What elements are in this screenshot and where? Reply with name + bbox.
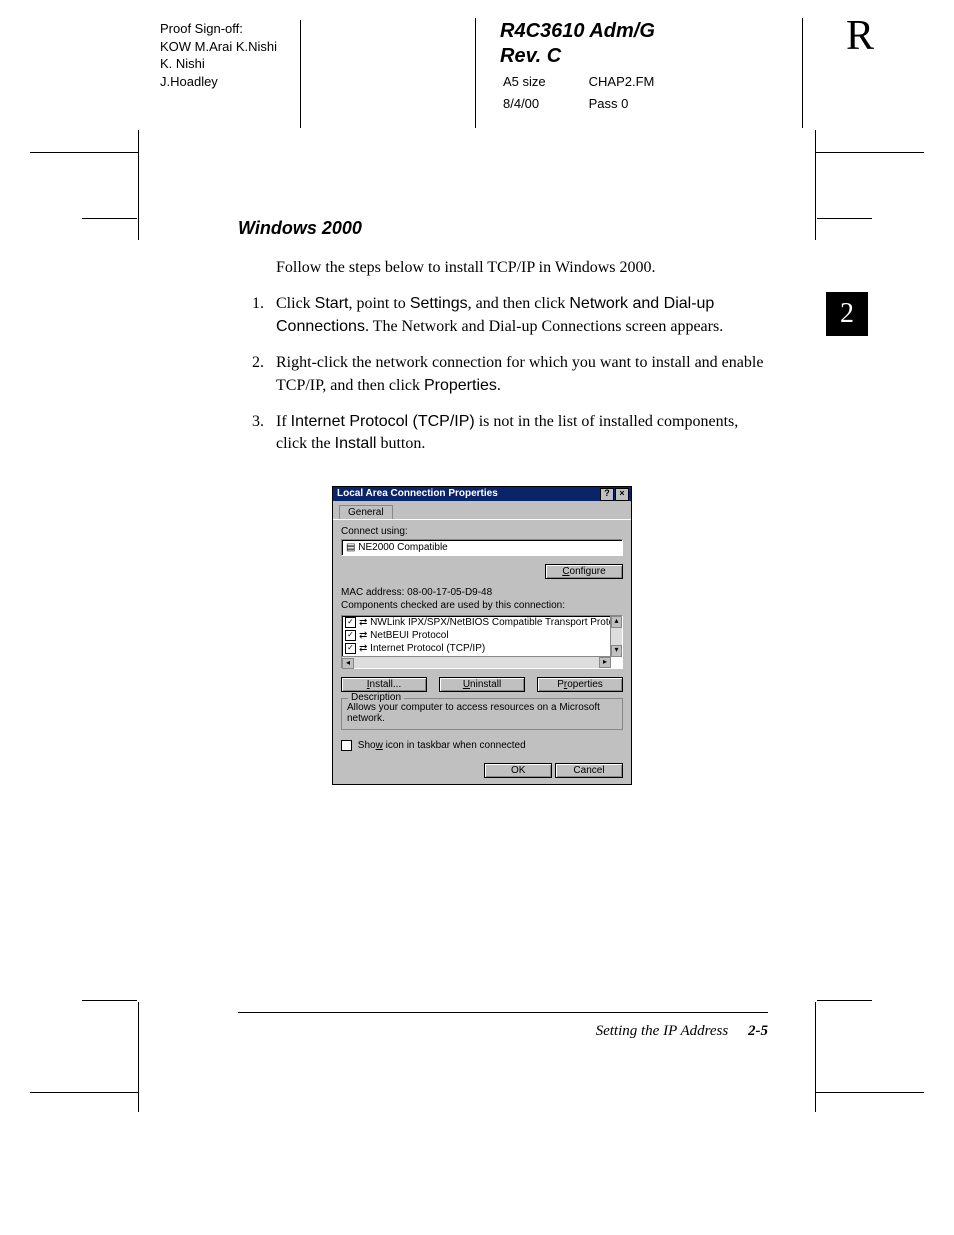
rule xyxy=(300,20,301,128)
crop-mark xyxy=(30,152,138,153)
checkbox-icon[interactable]: ✓ xyxy=(345,643,356,654)
proof-signoff: Proof Sign-off: KOW M.Arai K.Nishi K. Ni… xyxy=(160,20,277,90)
scroll-up-icon[interactable]: ▴ xyxy=(611,616,622,628)
scroll-down-icon[interactable]: ▾ xyxy=(611,645,622,657)
dialog-body: Connect using: ▤ NE2000 Compatible CConf… xyxy=(333,519,631,759)
protocol-icon: ⇄ xyxy=(359,630,367,641)
doc-rev: Rev. C xyxy=(500,45,696,68)
doc-id: R4C3610 Adm/G xyxy=(500,20,696,43)
dialog-titlebar[interactable]: Local Area Connection Properties ?× xyxy=(333,487,631,501)
proof-line: K. Nishi xyxy=(160,55,277,73)
rule xyxy=(802,18,803,128)
crop-mark xyxy=(816,1092,924,1093)
checkbox-icon[interactable]: ✓ xyxy=(345,617,356,628)
doc-date: 8/4/00 xyxy=(502,94,586,114)
crop-mark xyxy=(816,152,924,153)
crop-mark xyxy=(138,130,139,240)
crop-mark xyxy=(30,1092,138,1093)
step-item: If Internet Protocol (TCP/IP) is not in … xyxy=(268,411,770,456)
properties-button[interactable]: Properties xyxy=(537,677,623,692)
uninstall-button[interactable]: Uninstall xyxy=(439,677,525,692)
titlebar-buttons: ?× xyxy=(599,487,629,501)
dialog-title: Local Area Connection Properties xyxy=(337,487,498,501)
scrollbar-vertical[interactable]: ▴▾ xyxy=(610,616,622,657)
rule xyxy=(475,18,476,128)
crop-mark xyxy=(817,218,872,219)
scroll-right-icon[interactable]: ▸ xyxy=(599,657,611,668)
adapter-icon: ▤ xyxy=(346,542,355,553)
ui-term: Internet Protocol (TCP/IP) xyxy=(291,413,475,430)
dialog-bottom: OK Cancel xyxy=(333,759,631,784)
doc-id-block: R4C3610 Adm/G Rev. C A5 sizeCHAP2.FM 8/4… xyxy=(500,20,696,116)
tab-row: General xyxy=(333,501,631,519)
doc-pass: Pass 0 xyxy=(588,94,695,114)
scroll-left-icon[interactable]: ◂ xyxy=(342,658,354,669)
connect-using-label: Connect using: xyxy=(341,526,623,537)
list-item[interactable]: ✓⇄ NWLink IPX/SPX/NetBIOS Compatible Tra… xyxy=(342,616,622,629)
configure-button[interactable]: CConfigureonfigure xyxy=(545,564,623,579)
crop-mark xyxy=(817,1000,872,1001)
protocol-icon: ⇄ xyxy=(359,617,367,628)
ui-term: Settings xyxy=(410,295,468,312)
checkbox-icon[interactable] xyxy=(341,740,352,751)
adapter-name: NE2000 Compatible xyxy=(358,542,448,553)
checkbox-icon[interactable]: ✓ xyxy=(345,630,356,641)
description-label: Description xyxy=(348,692,404,703)
tab-general[interactable]: General xyxy=(339,505,393,519)
step-item: Right-click the network connection for w… xyxy=(268,352,770,397)
components-list[interactable]: ✓⇄ NWLink IPX/SPX/NetBIOS Compatible Tra… xyxy=(341,615,623,669)
protocol-icon: ⇄ xyxy=(359,643,367,654)
proof-title: Proof Sign-off: xyxy=(160,20,277,38)
page-number: 2-5 xyxy=(748,1023,768,1039)
step-item: Click Start, point to Settings, and then… xyxy=(268,293,770,338)
page-footer: Setting the IP Address 2-5 xyxy=(238,1012,768,1040)
cancel-button[interactable]: Cancel xyxy=(555,763,623,778)
list-item[interactable]: ✓⇄ Internet Protocol (TCP/IP) xyxy=(342,642,622,655)
page-marker-r: R xyxy=(846,12,874,60)
adapter-field: ▤ NE2000 Compatible xyxy=(341,539,623,556)
section-heading: Windows 2000 xyxy=(238,218,770,239)
doc-meta: A5 sizeCHAP2.FM 8/4/00Pass 0 xyxy=(500,70,696,116)
install-button[interactable]: Install... xyxy=(341,677,427,692)
close-icon[interactable]: × xyxy=(615,488,629,501)
ui-term: Install xyxy=(335,435,377,452)
dialog-window: Local Area Connection Properties ?× Gene… xyxy=(332,486,632,785)
intro-text: Follow the steps below to install TCP/IP… xyxy=(276,257,770,279)
help-icon[interactable]: ? xyxy=(600,488,614,501)
crop-mark xyxy=(82,1000,137,1001)
body-content: Windows 2000 Follow the steps below to i… xyxy=(238,218,770,470)
step-list: Click Start, point to Settings, and then… xyxy=(238,293,770,455)
crop-mark xyxy=(815,130,816,240)
ui-term: Properties xyxy=(424,377,497,394)
doc-file: CHAP2.FM xyxy=(588,72,695,92)
show-icon-row[interactable]: Show icon in taskbar when connected xyxy=(341,740,623,751)
footer-rule xyxy=(238,1012,768,1013)
crop-mark xyxy=(138,1002,139,1112)
description-group: Description Allows your computer to acce… xyxy=(341,698,623,730)
doc-size: A5 size xyxy=(502,72,586,92)
footer-text: Setting the IP Address 2-5 xyxy=(238,1023,768,1040)
crop-mark xyxy=(82,218,137,219)
crop-mark xyxy=(815,1002,816,1112)
ok-button[interactable]: OK xyxy=(484,763,552,778)
footer-title: Setting the IP Address xyxy=(596,1023,729,1039)
description-text: Allows your computer to access resources… xyxy=(347,702,617,724)
chapter-badge: 2 xyxy=(826,292,868,336)
scrollbar-horizontal[interactable]: ◂▸ xyxy=(342,656,611,668)
mac-address-label: MAC address: 08-00-17-05-D9-48 xyxy=(341,587,623,598)
ui-term: Start xyxy=(315,295,349,312)
proof-line: J.Hoadley xyxy=(160,73,277,91)
components-label: Components checked are used by this conn… xyxy=(341,600,623,611)
proof-line: KOW M.Arai K.Nishi xyxy=(160,38,277,56)
list-item[interactable]: ✓⇄ NetBEUI Protocol xyxy=(342,629,622,642)
